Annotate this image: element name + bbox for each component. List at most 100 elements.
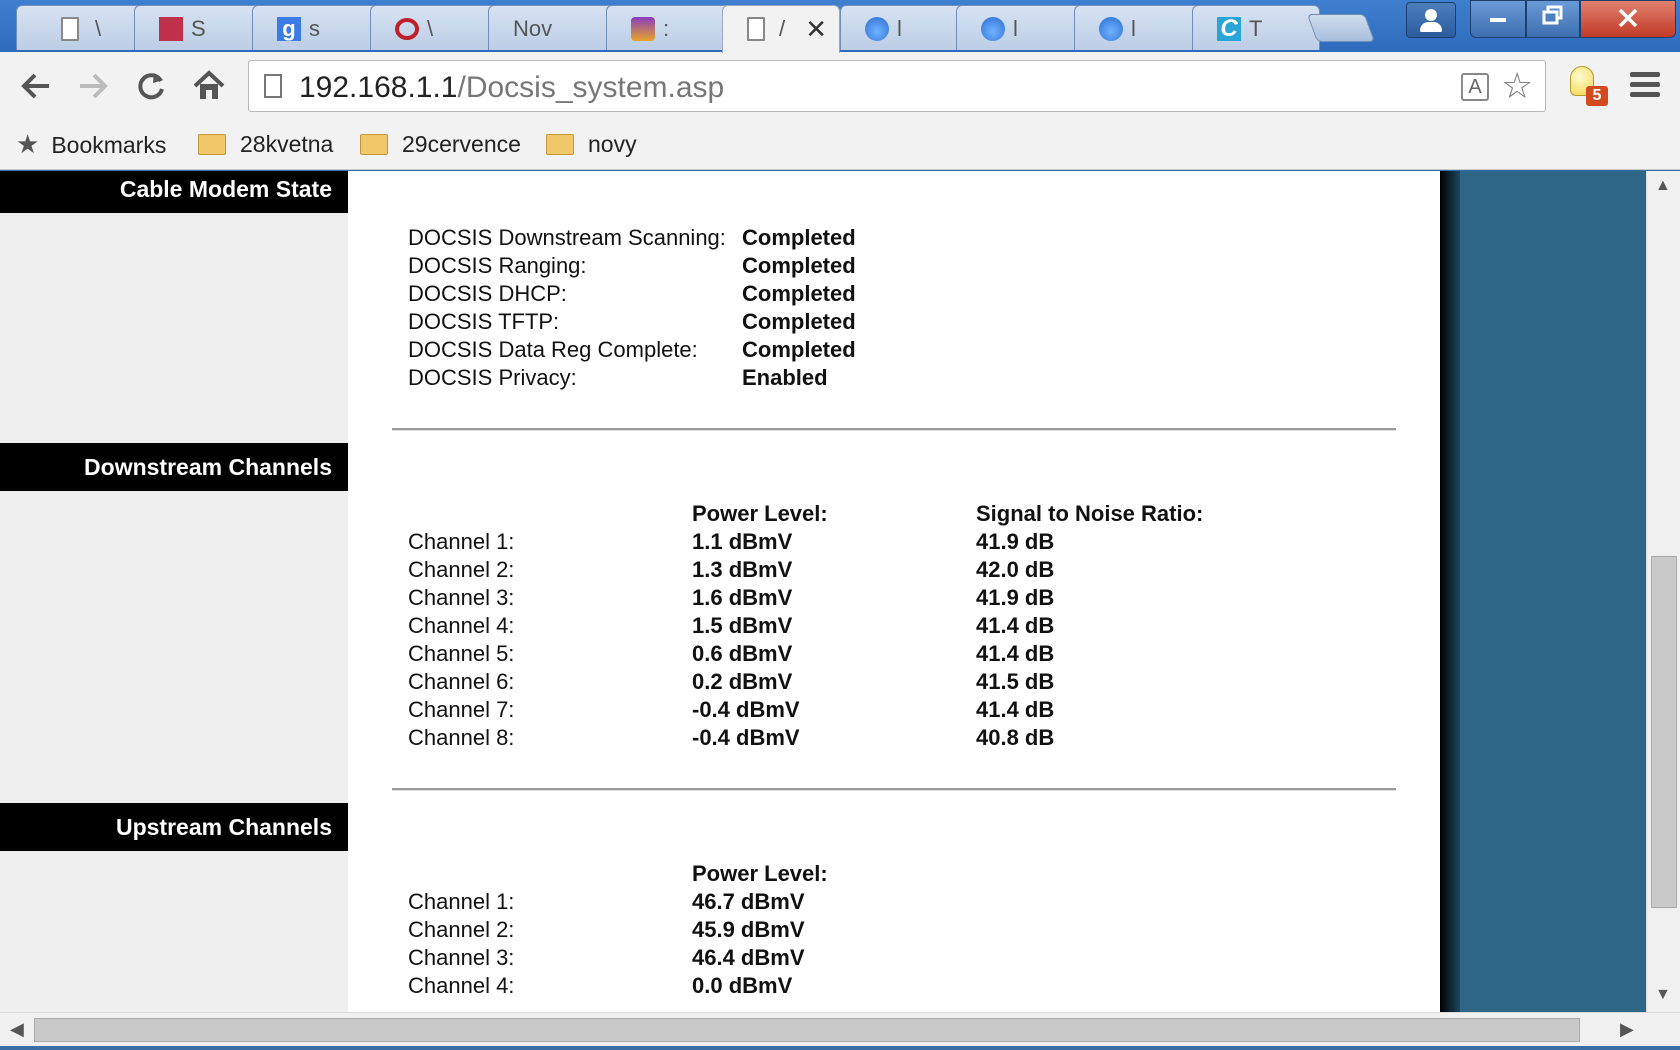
restore-icon [1542, 5, 1563, 25]
channel-label: Channel 4: [408, 973, 515, 998]
tab-active[interactable]: / ✕ [722, 5, 840, 53]
horizontal-scroll-thumb[interactable] [34, 1018, 1580, 1042]
divider [392, 788, 1396, 791]
power-value: 0.6 dBmV [692, 641, 793, 666]
forward-arrow-icon [80, 73, 108, 99]
star-icon: ★ [16, 129, 40, 159]
extension-badge: 5 [1586, 86, 1608, 106]
folder-label: novy [588, 131, 637, 157]
state-value: Completed [742, 253, 856, 278]
new-tab-button[interactable] [1306, 14, 1376, 42]
tab-title: s [309, 16, 320, 41]
power-value: 0.0 dBmV [692, 973, 793, 998]
minimize-icon [1490, 18, 1506, 22]
tab[interactable]: Nov [488, 5, 616, 50]
tab[interactable]: S [134, 5, 262, 50]
channel-label: Channel 3: [408, 585, 515, 610]
url-text[interactable]: 192.168.1.1/Docsis_system.asp [299, 71, 724, 105]
close-tab-icon[interactable]: ✕ [805, 14, 827, 45]
section-header-downstream-channels: Downstream Channels [0, 443, 348, 491]
ci-icon: C [1217, 17, 1241, 41]
state-label: DOCSIS DHCP: [408, 281, 567, 306]
tab[interactable]: l [840, 5, 968, 50]
tab-title: T [1249, 16, 1263, 41]
folder-label: 28kvetna [240, 131, 334, 157]
state-label: DOCSIS Ranging: [408, 253, 587, 278]
snr-value: 41.9 dB [976, 529, 1055, 554]
scroll-corner [1646, 1013, 1680, 1047]
tab[interactable]: \ [370, 5, 498, 50]
snr-header: Signal to Noise Ratio: [976, 501, 1204, 526]
tab[interactable]: g s [252, 5, 380, 50]
power-value: 1.3 dBmV [692, 557, 793, 582]
menu-icon[interactable] [1630, 72, 1660, 98]
bookmark-folder[interactable]: novy [546, 128, 637, 160]
bookmark-folder[interactable]: 28kvetna [198, 128, 333, 160]
folder-label: 29cervence [402, 131, 521, 157]
minimize-button[interactable] [1470, 0, 1526, 38]
snr-value: 41.4 dB [976, 641, 1055, 666]
scroll-down-icon[interactable]: ▼ [1655, 986, 1671, 1004]
reload-button[interactable] [131, 66, 171, 106]
back-button[interactable] [16, 66, 56, 106]
folder-icon [546, 134, 574, 155]
tab-title: / [779, 16, 786, 41]
channel-label: Channel 8: [408, 725, 515, 750]
horizontal-scrollbar[interactable]: ◀ ▶ [0, 1012, 1680, 1047]
channel-label: Channel 5: [408, 641, 515, 666]
state-value: Completed [742, 281, 856, 306]
bookmark-star-icon[interactable]: ☆ [1501, 65, 1533, 107]
power-value: 1.6 dBmV [692, 585, 793, 610]
divider [392, 428, 1396, 431]
state-value: Enabled [742, 365, 828, 390]
vertical-scrollbar[interactable]: ▲ ▼ [1646, 171, 1680, 1012]
page-viewport: Cable Modem State Downstream Channels Up… [0, 171, 1646, 1012]
home-button[interactable] [189, 66, 229, 106]
bookmark-folder[interactable]: 29cervence [360, 128, 521, 160]
tab-title: Nov [513, 16, 553, 41]
scroll-left-icon[interactable]: ◀ [10, 1019, 24, 1040]
channel-label: Channel 4: [408, 613, 515, 638]
opera-icon [395, 17, 419, 41]
snr-value: 41.5 dB [976, 669, 1055, 694]
channel-label: Channel 3: [408, 945, 515, 970]
tab-title: \ [427, 16, 434, 41]
tab[interactable]: \ [16, 5, 144, 50]
forward-button[interactable] [73, 66, 113, 106]
scroll-right-icon[interactable]: ▶ [1620, 1019, 1634, 1040]
tab-title: l [1013, 16, 1018, 41]
power-level-header: Power Level: [692, 501, 828, 526]
channel-label: Channel 2: [408, 917, 515, 942]
person-icon [1425, 9, 1437, 21]
snr-value: 42.0 dB [976, 557, 1055, 582]
translate-icon[interactable]: A [1461, 73, 1489, 101]
url-host: 192.168.1.1 [299, 71, 458, 104]
profile-button[interactable] [1406, 2, 1456, 38]
tab[interactable]: l [1074, 5, 1202, 50]
state-label: DOCSIS Privacy: [408, 365, 577, 390]
power-value: 46.7 dBmV [692, 889, 805, 914]
scroll-up-icon[interactable]: ▲ [1655, 177, 1671, 195]
drop-icon [865, 17, 889, 41]
snr-value: 40.8 dB [976, 725, 1055, 750]
folder-icon [198, 134, 226, 155]
close-icon [1618, 8, 1638, 28]
bookmarks-bar: ★ Bookmarks 28kvetna 29cervence novy [0, 120, 1680, 170]
taskbar-edge [0, 1046, 1680, 1050]
tab[interactable]: C T [1192, 5, 1320, 50]
document-icon [747, 17, 765, 41]
tab[interactable]: l [956, 5, 1084, 50]
extension-bulb-icon[interactable]: 5 [1566, 64, 1608, 108]
state-value: Completed [742, 225, 856, 250]
bookmarks-menu[interactable]: ★ Bookmarks [16, 128, 166, 160]
state-value: Completed [742, 309, 856, 334]
address-bar[interactable]: 192.168.1.1/Docsis_system.asp A ☆ [248, 60, 1546, 112]
channel-label: Channel 6: [408, 669, 515, 694]
state-label: DOCSIS TFTP: [408, 309, 560, 334]
restore-button[interactable] [1526, 0, 1580, 38]
tab[interactable]: : [606, 5, 734, 50]
vertical-scroll-thumb[interactable] [1651, 556, 1677, 908]
channel-label: Channel 1: [408, 529, 515, 554]
close-window-button[interactable] [1580, 0, 1676, 38]
browser-toolbar: 192.168.1.1/Docsis_system.asp A ☆ 5 [0, 52, 1680, 120]
